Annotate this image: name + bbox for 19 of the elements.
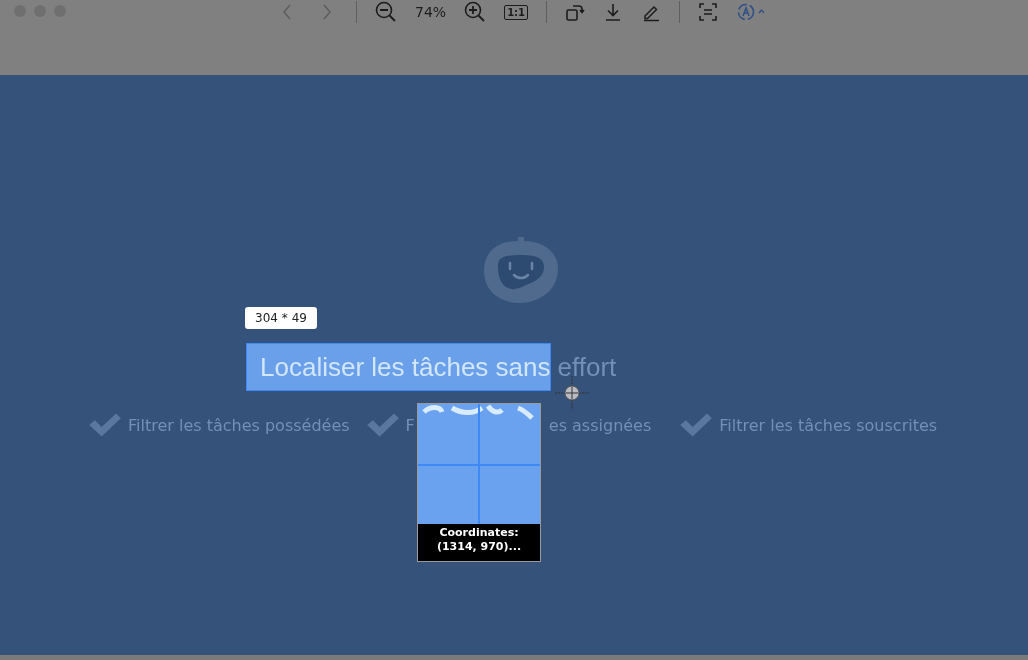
scan-text-icon[interactable] <box>698 2 719 22</box>
feature-label: es assignées <box>548 415 652 435</box>
actual-size-button[interactable]: 1:1 <box>504 4 529 20</box>
feature-label: Filtrer les tâches souscrites <box>719 415 938 435</box>
zoom-out-icon[interactable] <box>375 1 397 23</box>
coordinates-label: Coordinates: (1314, 970)... <box>435 525 523 555</box>
checkmark-icon <box>88 413 122 437</box>
crosshair-cursor-icon <box>555 376 589 410</box>
zoom-in-icon[interactable] <box>464 1 487 23</box>
feature-label: F <box>405 415 415 435</box>
rotate-icon[interactable] <box>565 2 586 22</box>
translate-icon[interactable] <box>736 2 767 22</box>
headline: Localiser les tâches sans <box>260 351 551 383</box>
checkmark-icon <box>365 413 400 437</box>
checkmark-icon <box>679 413 714 437</box>
selection-size-label: 304 * 49 <box>245 307 317 329</box>
headline: effort <box>557 351 617 383</box>
feature-label: Filtrer les tâches possédées <box>128 415 350 435</box>
zoom-level: 74% <box>415 4 447 20</box>
